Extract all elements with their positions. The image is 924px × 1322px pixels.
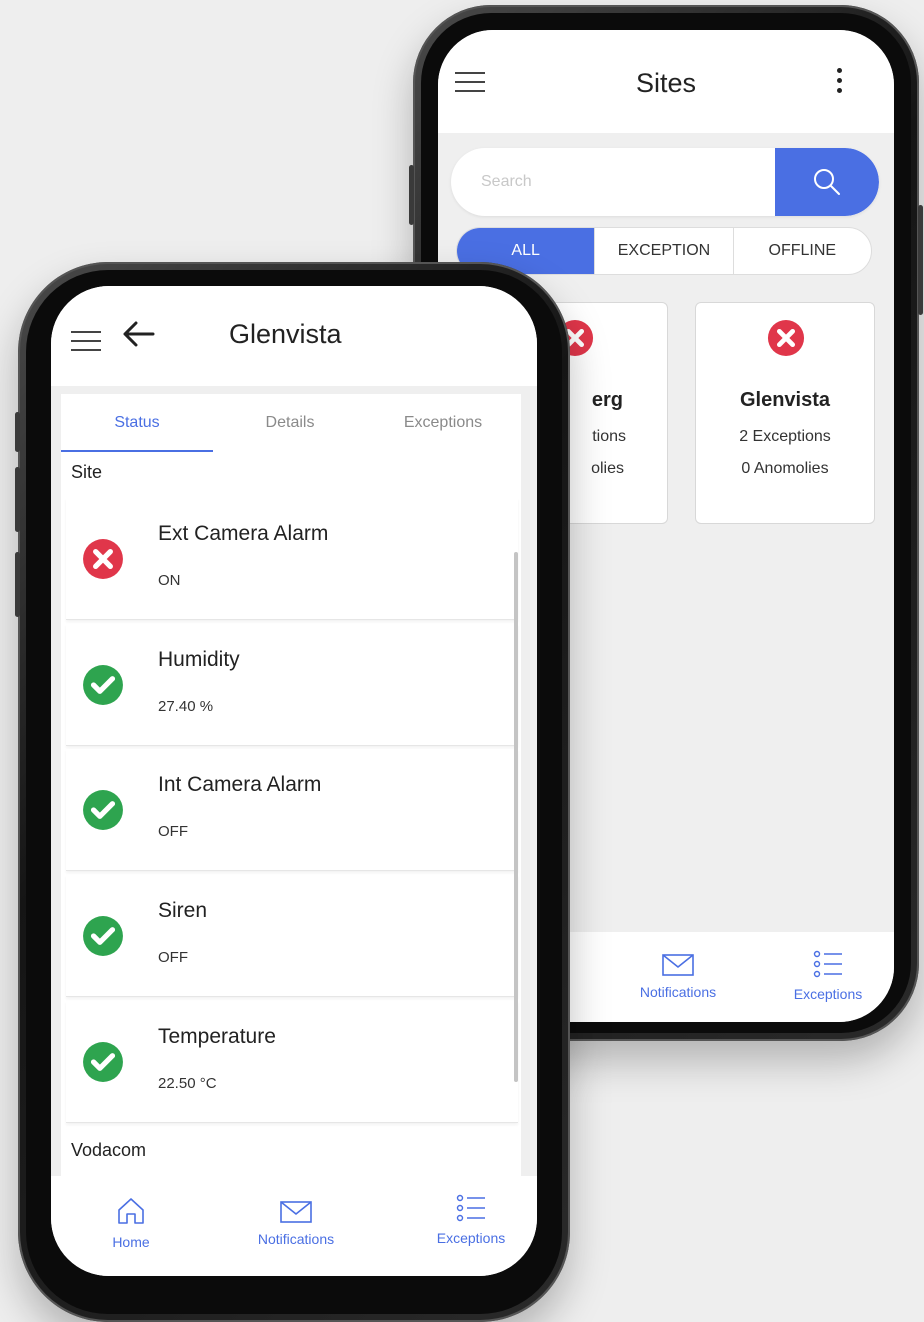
search-bar (451, 148, 879, 216)
volume-up-button (15, 467, 20, 532)
more-vert-icon[interactable] (837, 68, 843, 98)
tab-status[interactable]: Status (61, 394, 213, 452)
item-value: 22.50 °C (158, 1075, 217, 1092)
nav-exceptions[interactable]: Exceptions (421, 1194, 521, 1246)
nav-home[interactable]: Home (91, 1196, 171, 1250)
nav-label: Exceptions (436, 1230, 506, 1246)
power-button (918, 205, 923, 315)
nav-notifications[interactable]: Notifications (623, 954, 733, 1000)
error-icon (83, 539, 123, 579)
site-detail-screen: Glenvista Status Details Exceptions Site… (51, 286, 537, 1276)
check-circle-icon (83, 1042, 123, 1082)
item-value: 27.40 % (158, 698, 214, 715)
list-item[interactable]: Temperature 22.50 °C (66, 1001, 518, 1123)
site-anomalies: 0 Anomolies (741, 460, 829, 477)
check-circle-icon (83, 790, 123, 830)
back-arrow-icon[interactable] (121, 320, 155, 348)
item-value: ON (158, 572, 181, 589)
page-title: Sites (635, 68, 697, 98)
section-header-vodacom: Vodacom (71, 1140, 147, 1160)
site-card-glenvista[interactable]: Glenvista 2 Exceptions 0 Anomolies (695, 302, 875, 524)
list-icon (456, 1194, 485, 1222)
search-button[interactable] (775, 148, 879, 216)
item-label: Humidity (158, 648, 240, 671)
item-label: Siren (158, 899, 208, 922)
app-bar: Glenvista (51, 286, 537, 386)
status-list: Site Ext Camera Alarm ON Humidity 27.40 … (61, 452, 521, 1176)
bottom-nav: Home Notifications Exceptions (51, 1176, 537, 1276)
filter-exception[interactable]: EXCEPTION (594, 228, 732, 274)
check-circle-icon (83, 916, 123, 956)
search-icon (814, 169, 840, 195)
list-item[interactable]: Humidity 27.40 % (66, 624, 518, 746)
item-value: OFF (158, 949, 188, 966)
front-phone: Glenvista Status Details Exceptions Site… (15, 262, 570, 1322)
nav-label: Notifications (257, 1231, 335, 1247)
tab-details[interactable]: Details (214, 394, 366, 452)
envelope-icon (662, 954, 694, 976)
filter-segmented-control: ALL EXCEPTION OFFLINE (456, 227, 872, 275)
item-label: Int Camera Alarm (158, 773, 322, 796)
mute-switch (15, 412, 20, 452)
nav-exceptions[interactable]: Exceptions (778, 950, 878, 1002)
page-title: Glenvista (229, 319, 342, 349)
site-exceptions: 2 Exceptions (739, 428, 831, 445)
envelope-icon (280, 1201, 312, 1223)
item-label: Ext Camera Alarm (158, 522, 329, 545)
error-icon (767, 319, 805, 357)
nav-label: Home (112, 1234, 150, 1250)
list-icon (813, 950, 842, 978)
nav-label: Notifications (639, 984, 717, 1000)
section-header-site: Site (71, 462, 103, 482)
volume-button (409, 165, 414, 225)
item-value: OFF (158, 823, 188, 840)
home-icon (118, 1198, 144, 1224)
app-bar: Sites (438, 30, 894, 133)
tab-bar: Status Details Exceptions (61, 394, 521, 452)
filter-offline[interactable]: OFFLINE (732, 228, 871, 274)
nav-notifications[interactable]: Notifications (241, 1201, 351, 1247)
search-input[interactable] (451, 148, 775, 216)
menu-icon[interactable] (71, 331, 101, 351)
check-circle-icon (83, 665, 123, 705)
list-item[interactable]: Siren OFF (66, 875, 518, 997)
scrollbar[interactable] (514, 552, 518, 1082)
volume-down-button (15, 552, 20, 617)
list-item[interactable]: Int Camera Alarm OFF (66, 749, 518, 871)
tab-exceptions[interactable]: Exceptions (367, 394, 519, 452)
item-label: Temperature (158, 1025, 276, 1048)
site-name: Glenvista (739, 389, 831, 411)
list-item[interactable]: Ext Camera Alarm ON (66, 498, 518, 620)
nav-label: Exceptions (793, 986, 863, 1002)
